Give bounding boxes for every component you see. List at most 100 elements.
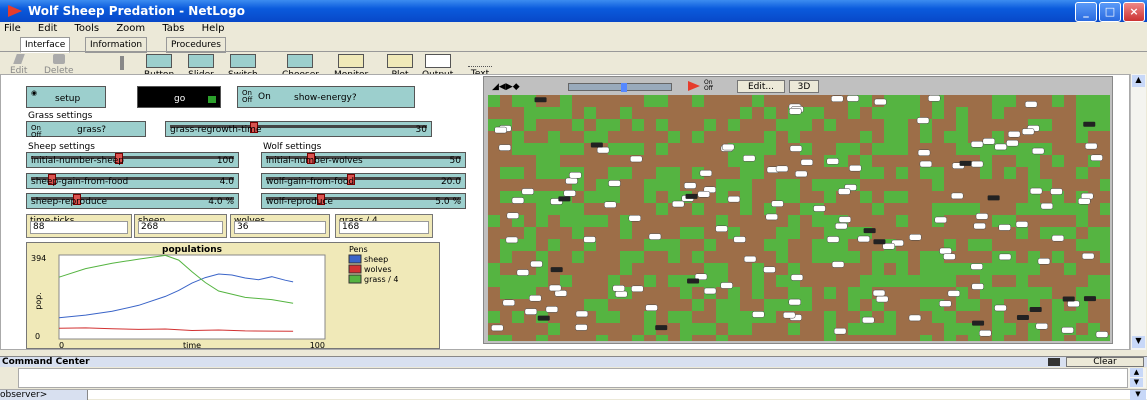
sheep-reproduce-slider[interactable]: sheep-reproduce 4.0 % xyxy=(26,193,239,209)
popout-icon[interactable] xyxy=(1048,358,1060,366)
grass-patch xyxy=(512,167,524,179)
grass-patch xyxy=(800,299,812,311)
sheep-agent xyxy=(569,171,582,179)
view-edit-button[interactable]: Edit... xyxy=(737,80,785,93)
view-nav-icon[interactable]: ◢◀▶◆ xyxy=(492,82,520,92)
sheep-agent xyxy=(516,269,530,276)
sheep-agent xyxy=(671,200,685,208)
grass-patch xyxy=(644,323,656,335)
grass-patch xyxy=(608,143,620,155)
initial-number-sheep-slider[interactable]: initial-number-sheep 100 xyxy=(26,152,239,168)
grass-monitor: grass / 4 168 xyxy=(335,214,433,238)
toolbar-separator xyxy=(120,56,124,70)
delete-tool[interactable]: Delete xyxy=(44,54,74,76)
sheep-agent xyxy=(615,290,628,298)
grass-regrowth-time-slider[interactable]: grass-regrowth-time 30 xyxy=(165,121,432,137)
interface-scrollbar[interactable]: ▲ ▼ xyxy=(1130,74,1146,350)
grass-patch xyxy=(536,275,548,287)
sheep-agent xyxy=(835,222,848,230)
grass-patch xyxy=(1052,155,1064,167)
grass-switch[interactable]: On Off grass? xyxy=(26,121,146,139)
clear-button[interactable]: Clear xyxy=(1066,357,1144,367)
sheep-agent xyxy=(1050,188,1063,195)
sheep-gain-from-food-slider[interactable]: sheep-gain-from-food 4.0 xyxy=(26,173,239,189)
grass-patch xyxy=(860,323,872,335)
speed-slider[interactable] xyxy=(568,83,672,92)
grass-patch xyxy=(860,131,872,143)
grass-patch xyxy=(692,203,704,215)
maximize-icon[interactable]: □ xyxy=(1099,2,1121,22)
menu-zoom[interactable]: Zoom xyxy=(116,23,145,34)
grass-patch xyxy=(824,251,836,263)
grass-patch xyxy=(1052,203,1064,215)
sheep-agent xyxy=(563,190,576,197)
scroll-up-icon[interactable]: ▲ xyxy=(1132,75,1145,87)
go-button[interactable]: go xyxy=(137,86,221,108)
grass-patch xyxy=(800,287,812,299)
grass-patch xyxy=(596,299,608,311)
close-icon[interactable]: × xyxy=(1123,2,1145,22)
grass-patch xyxy=(944,131,956,143)
initial-number-wolves-slider[interactable]: initial-number-wolves 50 xyxy=(261,152,466,168)
grass-patch xyxy=(1076,239,1088,251)
wolf-agent xyxy=(1029,306,1042,312)
grass-patch xyxy=(944,323,956,335)
grass-patch xyxy=(728,287,740,299)
sheep-agent xyxy=(826,236,840,243)
netlogo-logo-icon xyxy=(8,5,22,17)
grass-patch xyxy=(896,131,908,143)
grass-patch xyxy=(524,107,536,119)
grass-patch xyxy=(752,167,764,179)
grass-patch xyxy=(944,275,956,287)
grass-patch xyxy=(596,179,608,191)
grass-patch xyxy=(884,323,896,335)
legend-label: grass / 4 xyxy=(364,275,398,284)
grass-patch xyxy=(728,179,740,191)
wolf-reproduce-slider[interactable]: wolf-reproduce 5.0 % xyxy=(261,193,466,209)
sheep-agent xyxy=(629,155,643,163)
sheep-agent xyxy=(939,247,952,255)
grass-patch xyxy=(716,179,728,191)
menu-tools[interactable]: Tools xyxy=(74,23,99,34)
grass-patch xyxy=(956,107,968,119)
sheep-agent xyxy=(909,234,922,241)
grass-patch xyxy=(740,203,752,215)
world-view[interactable] xyxy=(488,95,1110,341)
grass-patch xyxy=(776,299,788,311)
scroll-up-icon[interactable]: ▲ xyxy=(1130,368,1143,377)
grass-patch xyxy=(680,311,692,323)
grass-patch xyxy=(512,143,524,155)
grass-patch xyxy=(488,215,500,227)
grass-patch xyxy=(644,95,656,107)
grass-patch xyxy=(788,227,800,239)
show-energy-switch[interactable]: On Off On show-energy? xyxy=(237,86,415,108)
setup-button[interactable]: ◉ setup xyxy=(26,86,106,108)
sheep-agent xyxy=(524,308,538,315)
edit-tool[interactable]: Edit xyxy=(10,54,27,76)
minimize-icon[interactable]: _ xyxy=(1075,2,1097,22)
view-3d-button[interactable]: 3D xyxy=(789,80,819,93)
grass-patch xyxy=(500,167,512,179)
menu-tabs[interactable]: Tabs xyxy=(162,23,184,34)
grass-patch xyxy=(524,275,536,287)
command-scrollbar[interactable]: ▲ ▼ xyxy=(1128,368,1146,388)
menu-file[interactable]: File xyxy=(4,23,21,34)
grass-patch xyxy=(956,203,968,215)
menu-help[interactable]: Help xyxy=(202,23,225,34)
grass-patch xyxy=(572,227,584,239)
menu-edit[interactable]: Edit xyxy=(38,23,57,34)
sheep-agent xyxy=(970,160,984,168)
wolf-gain-from-food-slider[interactable]: wolf-gain-from-food 20.0 xyxy=(261,173,466,189)
view-updates-switch[interactable]: On Off xyxy=(704,80,713,92)
grass-patch xyxy=(728,299,740,311)
grass-patch xyxy=(620,107,632,119)
grass-patch xyxy=(848,143,860,155)
grass-patch xyxy=(824,119,836,131)
window-titlebar: Wolf Sheep Predation - NetLogo _ □ × xyxy=(0,0,1147,22)
scroll-down-icon[interactable]: ▼ xyxy=(1130,378,1143,387)
scroll-down-icon[interactable]: ▼ xyxy=(1132,336,1145,348)
grass-patch xyxy=(824,335,836,341)
grass-patch xyxy=(1088,107,1100,119)
sheep-agent xyxy=(1007,130,1021,138)
grass-patch xyxy=(680,227,692,239)
